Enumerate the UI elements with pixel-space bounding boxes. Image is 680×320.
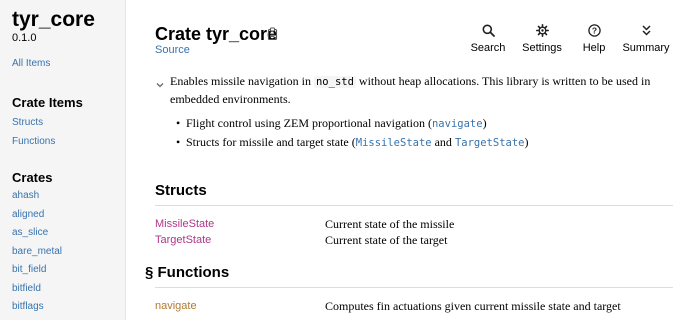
- functions-heading[interactable]: § Functions: [145, 264, 229, 281]
- sidebar-crate-items-heading: Crate Items: [12, 95, 83, 110]
- sidebar: tyr_core 0.1.0 All Items Crate Items Str…: [0, 0, 126, 320]
- missilestate-inline-link[interactable]: MissileState: [356, 137, 432, 149]
- navigate-inline-link[interactable]: navigate: [432, 118, 483, 130]
- sidebar-item-functions[interactable]: Functions: [12, 136, 55, 147]
- chevron-down-icon[interactable]: [155, 77, 165, 88]
- struct-desc-missilestate: Current state of the missile: [325, 217, 455, 231]
- gear-icon: [535, 24, 549, 37]
- crate-description: Enables missile navigation in no_std wit…: [170, 73, 660, 108]
- struct-link-targetstate[interactable]: TargetState: [155, 234, 211, 246]
- struct-link-missilestate[interactable]: MissileState: [155, 218, 214, 230]
- sidebar-crate-aligned[interactable]: aligned: [12, 209, 44, 220]
- chevrons-icon: [641, 25, 651, 36]
- code-no-std: no_std: [313, 76, 356, 88]
- divider: [155, 287, 673, 288]
- sidebar-all-items-link[interactable]: All Items: [12, 58, 50, 69]
- bullet-and: and: [431, 135, 455, 149]
- bullet-text: Structs for missile and target state (: [186, 135, 356, 149]
- sidebar-crate-bitflags[interactable]: bitflags: [12, 301, 44, 312]
- page-title: Crate tyr_core: [155, 24, 278, 44]
- help-icon: ?: [587, 24, 601, 37]
- sidebar-crate-bare-metal[interactable]: bare_metal: [12, 246, 62, 257]
- search-label: Search: [470, 42, 506, 54]
- desc-text: Enables missile navigation in: [170, 74, 314, 88]
- summary-label: Summary: [622, 42, 670, 54]
- bullet-text: Flight control using ZEM proportional na…: [186, 116, 432, 130]
- divider: [155, 205, 673, 206]
- copy-icon[interactable]: [267, 27, 279, 41]
- svg-text:?: ?: [591, 26, 596, 36]
- sidebar-item-structs[interactable]: Structs: [12, 117, 43, 128]
- crate-name[interactable]: tyr_core: [12, 8, 95, 32]
- bullet-end: ): [524, 135, 529, 149]
- summary-button[interactable]: Summary: [616, 24, 676, 54]
- targetstate-inline-link[interactable]: TargetState: [455, 137, 525, 149]
- list-item: Structs for missile and target state (Mi…: [176, 135, 529, 150]
- function-desc-navigate: Computes fin actuations given current mi…: [325, 299, 621, 313]
- settings-label: Settings: [522, 42, 562, 54]
- help-label: Help: [582, 42, 606, 54]
- bullet-end: ): [482, 116, 487, 130]
- search-button[interactable]: Search: [458, 24, 518, 54]
- main-content: Crate tyr_core Source Search Settings ? …: [127, 0, 680, 320]
- settings-button[interactable]: Settings: [512, 24, 572, 54]
- sidebar-crate-bitfield[interactable]: bitfield: [12, 283, 41, 294]
- crate-version: 0.1.0: [12, 32, 37, 44]
- source-link[interactable]: Source: [155, 44, 190, 56]
- struct-desc-targetstate: Current state of the target: [325, 233, 448, 247]
- sidebar-crates-heading: Crates: [12, 170, 53, 185]
- sidebar-crate-bit-field[interactable]: bit_field: [12, 264, 46, 275]
- structs-heading[interactable]: Structs: [155, 182, 207, 199]
- sidebar-crate-ahash[interactable]: ahash: [12, 190, 39, 201]
- help-button[interactable]: ? Help: [564, 24, 624, 54]
- function-link-navigate[interactable]: navigate: [155, 300, 197, 312]
- search-icon: [482, 24, 495, 37]
- sidebar-crate-as-slice[interactable]: as_slice: [12, 227, 48, 238]
- list-item: Flight control using ZEM proportional na…: [176, 116, 487, 131]
